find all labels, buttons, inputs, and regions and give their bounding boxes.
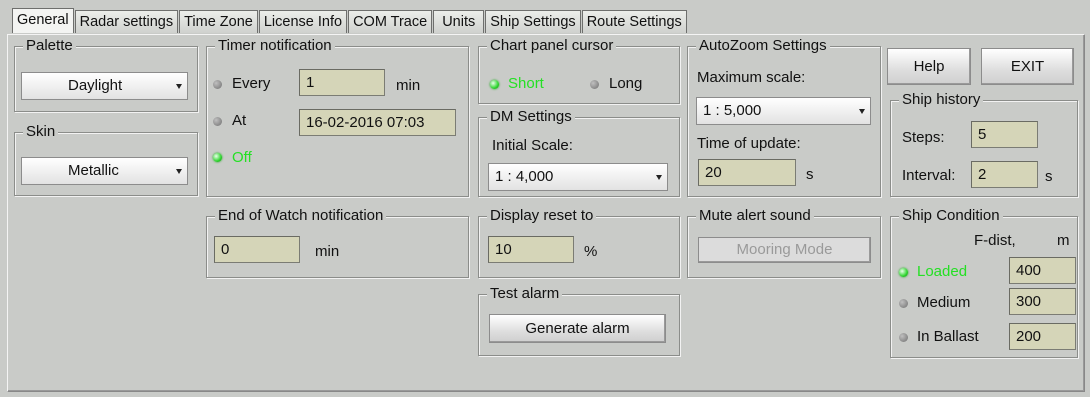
palette-select[interactable]: Daylight bbox=[21, 72, 188, 100]
dm-initial-scale-label: Initial Scale: bbox=[492, 137, 573, 154]
tab-license-info[interactable]: License Info bbox=[258, 10, 348, 33]
tab-general[interactable]: General bbox=[12, 8, 74, 33]
history-steps-label: Steps: bbox=[902, 129, 945, 146]
condition-medium-input[interactable]: 300 bbox=[1009, 288, 1076, 315]
cursor-long-radio[interactable] bbox=[590, 80, 599, 89]
autozoom-max-scale-select[interactable]: 1 : 5,000 bbox=[696, 97, 871, 125]
watch-legend: End of Watch notification bbox=[215, 207, 387, 225]
history-interval-input[interactable]: 2 bbox=[971, 161, 1038, 188]
timer-legend: Timer notification bbox=[215, 37, 335, 55]
exit-button[interactable]: EXIT bbox=[981, 48, 1074, 85]
reset-input[interactable]: 10 bbox=[488, 236, 574, 263]
chevron-down-icon bbox=[656, 175, 662, 180]
condition-legend: Ship Condition bbox=[899, 207, 1003, 225]
dm-legend: DM Settings bbox=[487, 108, 575, 126]
autozoom-legend: AutoZoom Settings bbox=[696, 37, 830, 55]
timer-every-radio[interactable] bbox=[213, 80, 222, 89]
chevron-down-icon bbox=[176, 169, 182, 174]
skin-select[interactable]: Metallic bbox=[21, 157, 188, 185]
dm-initial-scale-select[interactable]: 1 : 4,000 bbox=[488, 163, 668, 191]
mooring-mode-button[interactable]: Mooring Mode bbox=[698, 237, 871, 263]
autozoom-update-input[interactable]: 20 bbox=[698, 159, 796, 186]
tab-radar-settings[interactable]: Radar settings bbox=[74, 10, 179, 33]
palette-value: Daylight bbox=[68, 77, 123, 94]
timer-every-input[interactable]: 1 bbox=[299, 69, 385, 96]
tab-bar: General Radar settings Time Zone License… bbox=[12, 8, 688, 34]
tab-time-zone[interactable]: Time Zone bbox=[179, 10, 258, 33]
condition-fdist-label: F-dist, bbox=[974, 232, 1016, 249]
generate-alarm-button[interactable]: Generate alarm bbox=[489, 314, 666, 343]
mute-legend: Mute alert sound bbox=[696, 207, 814, 225]
cursor-short-radio[interactable] bbox=[490, 80, 499, 89]
cursor-legend: Chart panel cursor bbox=[487, 37, 617, 55]
condition-ballast-input[interactable]: 200 bbox=[1009, 323, 1076, 350]
timer-every-unit: min bbox=[396, 77, 421, 94]
history-interval-unit: s bbox=[1045, 168, 1053, 185]
condition-loaded-radio[interactable] bbox=[899, 268, 908, 277]
history-interval-label: Interval: bbox=[902, 167, 956, 184]
timer-at-label: At bbox=[232, 112, 247, 129]
chevron-down-icon bbox=[859, 109, 865, 114]
skin-group: Skin Metallic bbox=[14, 123, 198, 196]
cursor-long-label: Long bbox=[609, 75, 643, 92]
condition-unit: m bbox=[1057, 232, 1070, 249]
palette-group: Palette Daylight bbox=[14, 37, 198, 112]
autozoom-max-scale-label: Maximum scale: bbox=[697, 69, 806, 86]
timer-off-radio[interactable] bbox=[213, 153, 222, 162]
condition-ballast-radio[interactable] bbox=[899, 333, 908, 342]
watch-unit: min bbox=[315, 243, 340, 260]
alarm-legend: Test alarm bbox=[487, 285, 563, 303]
tab-com-trace[interactable]: COM Trace bbox=[348, 10, 433, 33]
condition-loaded-label: Loaded bbox=[917, 263, 968, 280]
history-steps-input[interactable]: 5 bbox=[971, 121, 1038, 148]
condition-medium-radio[interactable] bbox=[899, 299, 908, 308]
reset-unit: % bbox=[584, 243, 598, 260]
autozoom-max-scale-value: 1 : 5,000 bbox=[703, 102, 762, 119]
tab-ship-settings[interactable]: Ship Settings bbox=[485, 10, 581, 33]
dm-initial-scale-value: 1 : 4,000 bbox=[495, 168, 554, 185]
palette-legend: Palette bbox=[23, 37, 76, 55]
skin-value: Metallic bbox=[68, 162, 119, 179]
autozoom-update-label: Time of update: bbox=[697, 135, 801, 152]
reset-legend: Display reset to bbox=[487, 207, 597, 225]
timer-off-label: Off bbox=[232, 149, 252, 166]
chevron-down-icon bbox=[176, 84, 182, 89]
help-button[interactable]: Help bbox=[887, 48, 971, 85]
timer-at-input[interactable]: 16-02-2016 07:03 bbox=[299, 109, 456, 136]
condition-loaded-input[interactable]: 400 bbox=[1009, 257, 1076, 284]
timer-every-label: Every bbox=[232, 75, 271, 92]
skin-legend: Skin bbox=[23, 123, 59, 141]
autozoom-update-unit: s bbox=[806, 166, 814, 183]
cursor-short-label: Short bbox=[508, 75, 544, 92]
timer-at-radio[interactable] bbox=[213, 117, 222, 126]
tab-route-settings[interactable]: Route Settings bbox=[581, 10, 687, 33]
condition-medium-label: Medium bbox=[917, 294, 971, 311]
history-legend: Ship history bbox=[899, 91, 984, 109]
watch-input[interactable]: 0 bbox=[214, 236, 300, 263]
condition-ballast-label: In Ballast bbox=[917, 328, 979, 345]
tab-units[interactable]: Units bbox=[433, 10, 485, 33]
